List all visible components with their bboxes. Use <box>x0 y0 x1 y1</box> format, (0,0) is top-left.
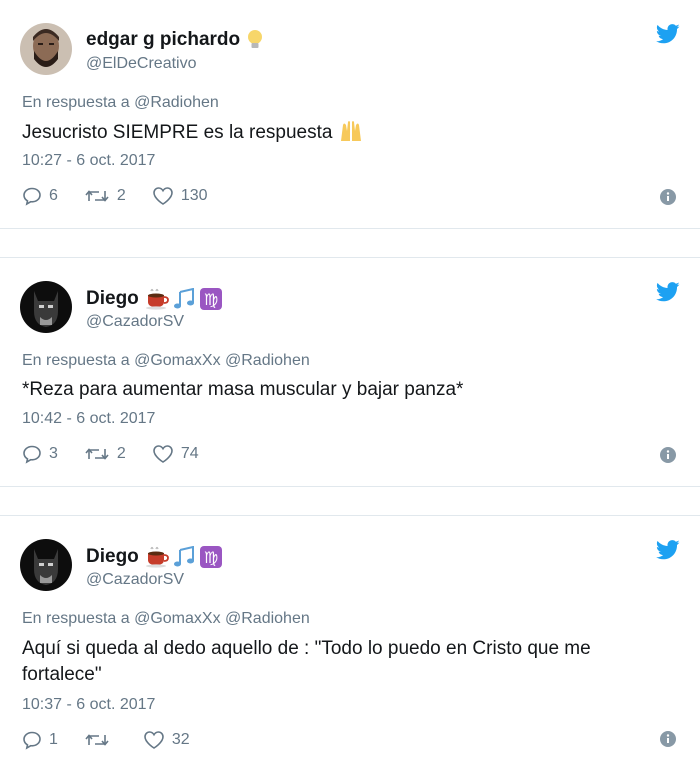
tweet-separator <box>0 486 700 516</box>
tweet-text: Jesucristo SIEMPRE es la respuesta <box>22 119 662 146</box>
info-icon[interactable] <box>660 447 676 463</box>
display-name[interactable]: edgar g pichardo <box>86 29 240 51</box>
timestamp[interactable]: 10:37 - 6 oct. 2017 <box>22 696 155 714</box>
reply-context: En respuesta a @GomaxXx @Radiohen <box>22 610 310 628</box>
reply-icon <box>23 445 41 464</box>
action-bar: 3 2 74 <box>22 444 225 464</box>
tweet-text-content: Jesucristo SIEMPRE es la respuesta <box>22 122 333 143</box>
light-bulb-emoji <box>248 30 263 48</box>
tweet-card: edgar g pichardo @ElDeCreativo En respue… <box>0 0 700 228</box>
tweet-text-content: *Reza para aumentar masa muscular y baja… <box>22 379 464 400</box>
tweet-separator <box>0 228 700 258</box>
reply-icon <box>23 187 41 206</box>
tweet-card: Diego ♍ @CazadorSV En respuesta a @Gomax… <box>0 258 700 486</box>
info-icon[interactable] <box>660 731 676 747</box>
action-bar: 6 2 130 <box>22 186 234 206</box>
user-handle[interactable]: @ElDeCreativo <box>86 55 197 73</box>
music-notes-emoji <box>173 288 194 309</box>
avatar[interactable] <box>20 23 72 75</box>
virgo-emoji: ♍ <box>199 546 222 568</box>
tweet-text: Aquí si queda al dedo aquello de : "Todo… <box>22 636 632 688</box>
heart-icon <box>153 445 173 463</box>
retweet-icon <box>85 734 109 746</box>
info-icon[interactable] <box>660 189 676 205</box>
reply-count: 3 <box>49 445 58 462</box>
reply-prefix: En respuesta a <box>22 94 130 111</box>
reply-mention[interactable]: @GomaxXx @Radiohen <box>134 610 310 627</box>
display-name[interactable]: Diego <box>86 288 139 310</box>
like-count: 74 <box>180 445 199 462</box>
timestamp[interactable]: 10:27 - 6 oct. 2017 <box>22 152 155 170</box>
reply-mention[interactable]: @GomaxXx @Radiohen <box>134 352 310 369</box>
reply-button[interactable]: 3 <box>22 444 58 464</box>
retweet-count: 2 <box>116 187 126 204</box>
reply-context: En respuesta a @Radiohen <box>22 94 219 112</box>
like-count: 32 <box>171 731 190 748</box>
tweet-text: *Reza para aumentar masa muscular y baja… <box>22 377 662 403</box>
user-handle[interactable]: @CazadorSV <box>86 313 184 331</box>
reply-count: 1 <box>49 731 58 748</box>
coffee-emoji <box>145 288 169 310</box>
reply-count: 6 <box>49 187 58 204</box>
like-button[interactable]: 32 <box>143 730 190 750</box>
tweet-card: Diego ♍ @CazadorSV En respuesta a @Gomax… <box>0 516 700 762</box>
like-button[interactable]: 130 <box>152 186 208 206</box>
heart-icon <box>153 187 173 205</box>
action-bar: 1 32 <box>22 730 216 750</box>
raised-hands-emoji <box>340 121 361 141</box>
retweet-button[interactable]: 2 <box>84 444 126 464</box>
reply-mention[interactable]: @Radiohen <box>134 94 219 111</box>
retweet-icon <box>85 448 109 460</box>
avatar[interactable] <box>20 539 72 591</box>
user-handle[interactable]: @CazadorSV <box>86 571 184 589</box>
heart-icon <box>144 731 164 749</box>
retweet-icon <box>85 190 109 202</box>
retweet-count: 2 <box>116 445 126 462</box>
twitter-bird-icon[interactable] <box>656 282 680 302</box>
coffee-emoji <box>145 546 169 568</box>
reply-context: En respuesta a @GomaxXx @Radiohen <box>22 352 310 370</box>
reply-icon <box>23 731 41 750</box>
reply-button[interactable]: 6 <box>22 186 58 206</box>
reply-prefix: En respuesta a <box>22 610 130 627</box>
svg-text:♍: ♍ <box>204 548 218 567</box>
display-name[interactable]: Diego <box>86 546 139 568</box>
like-count: 130 <box>180 187 208 204</box>
retweet-button[interactable]: 2 <box>84 186 126 206</box>
svg-text:♍: ♍ <box>204 290 218 309</box>
tweet-text-content: Aquí si queda al dedo aquello de : "Todo… <box>22 638 591 685</box>
reply-prefix: En respuesta a <box>22 352 130 369</box>
avatar[interactable] <box>20 281 72 333</box>
like-button[interactable]: 74 <box>152 444 199 464</box>
reply-button[interactable]: 1 <box>22 730 58 750</box>
timestamp[interactable]: 10:42 - 6 oct. 2017 <box>22 410 155 428</box>
retweet-button[interactable] <box>84 730 117 750</box>
twitter-bird-icon[interactable] <box>656 24 680 44</box>
twitter-bird-icon[interactable] <box>656 540 680 560</box>
virgo-emoji: ♍ <box>199 288 222 310</box>
music-notes-emoji <box>173 546 194 567</box>
